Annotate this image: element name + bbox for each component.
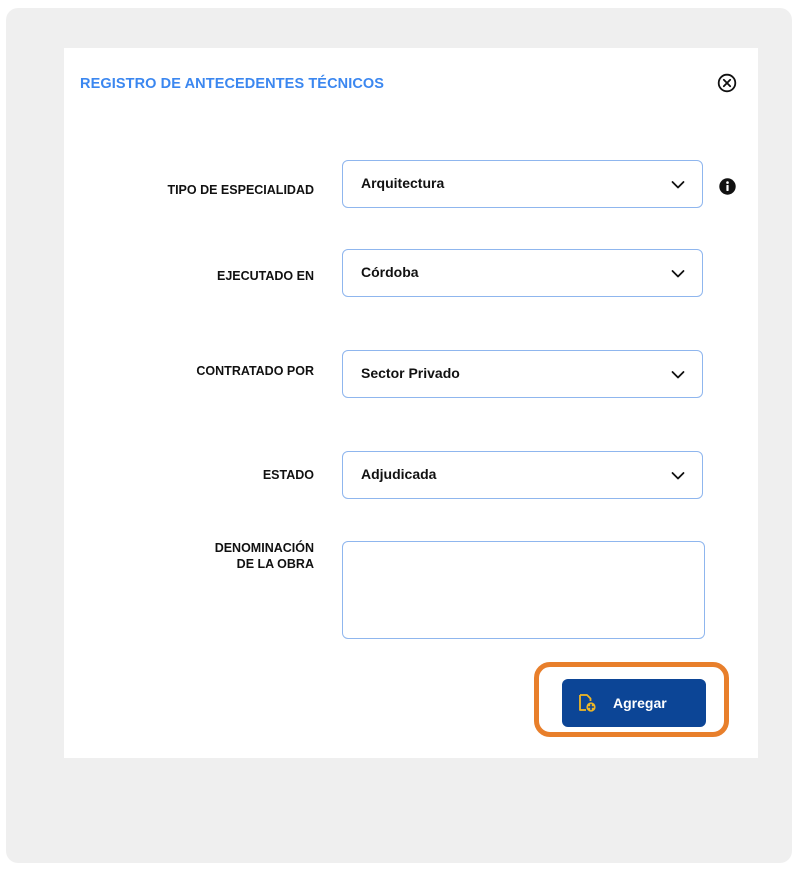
ejecutado-select[interactable]: Córdoba [342,249,703,297]
technical-records-dialog: REGISTRO DE ANTECEDENTES TÉCNICOS TIPO D… [64,48,758,758]
estado-select[interactable]: Adjudicada [342,451,703,499]
denominacion-label-line2: DE LA OBRA [236,557,314,571]
contratado-label: CONTRATADO POR [196,364,314,378]
close-icon[interactable] [717,73,737,93]
estado-label: ESTADO [262,468,314,482]
contratado-value: Sector Privado [361,365,460,381]
add-button-label: Agregar [613,695,667,711]
background-frame: REGISTRO DE ANTECEDENTES TÉCNICOS TIPO D… [6,8,792,863]
ejecutado-value: Córdoba [361,264,419,280]
add-document-icon [579,694,596,712]
especialidad-label: TIPO DE ESPECIALIDAD [167,183,314,197]
denominacion-textarea[interactable] [342,541,705,639]
chevron-down-icon [671,472,685,480]
denominacion-label-line1: DENOMINACIÓN [214,541,314,555]
chevron-down-icon [671,371,685,379]
estado-value: Adjudicada [361,466,437,482]
dialog-title: REGISTRO DE ANTECEDENTES TÉCNICOS [80,76,385,92]
contratado-select[interactable]: Sector Privado [342,350,703,398]
ejecutado-label: EJECUTADO EN [216,269,314,283]
chevron-down-icon [671,270,685,278]
add-button[interactable]: Agregar [562,679,706,727]
info-icon[interactable] [719,178,736,195]
denominacion-label: DENOMINACIÓN DE LA OBRA [84,540,314,572]
especialidad-value: Arquitectura [361,175,445,191]
especialidad-select[interactable]: Arquitectura [342,160,703,208]
chevron-down-icon [671,181,685,189]
